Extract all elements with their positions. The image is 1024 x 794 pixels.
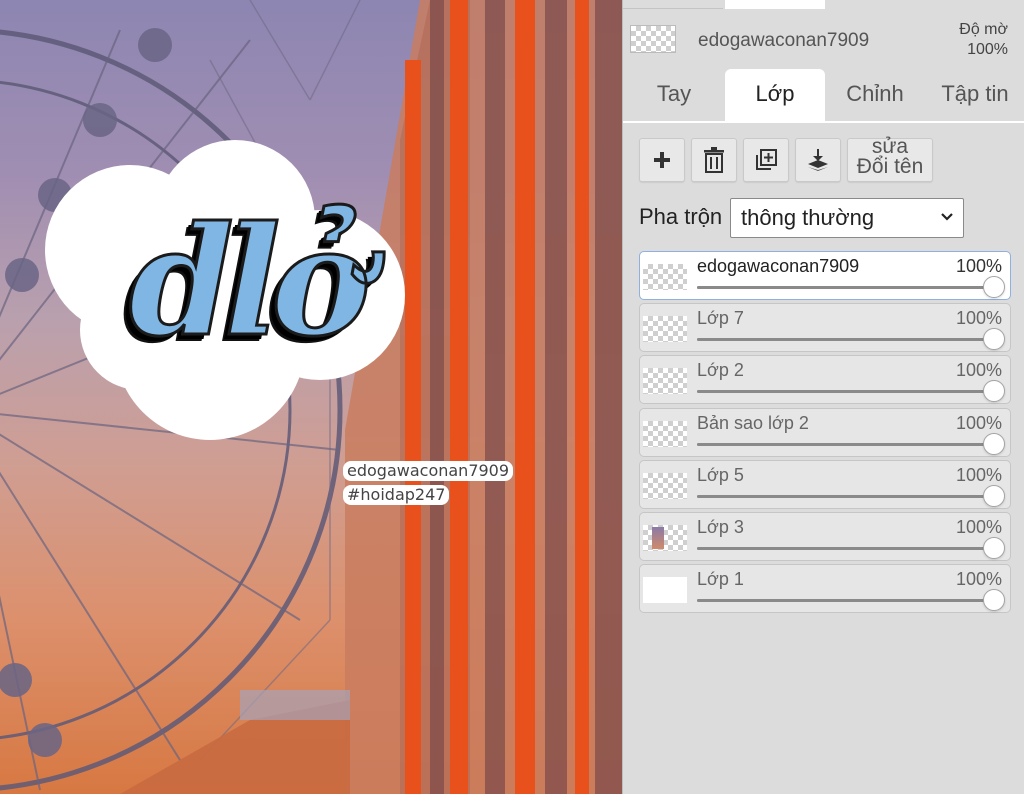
trash-icon <box>704 147 724 173</box>
layer-thumbnail <box>643 525 687 551</box>
layer-opacity: 100% <box>955 465 1002 485</box>
layer-thumbnail <box>643 316 687 342</box>
opacity-slider[interactable] <box>697 433 1005 455</box>
watermark-username: edogawaconan7909 <box>343 461 514 481</box>
blend-mode-select[interactable]: thông thường <box>730 198 964 238</box>
add-layer-button[interactable] <box>639 138 685 182</box>
slider-handle[interactable] <box>983 589 1005 611</box>
slider-handle[interactable] <box>983 485 1005 507</box>
tab-file[interactable]: Tập tin <box>925 69 1024 121</box>
tab-layers[interactable]: Lớp <box>725 69 825 121</box>
layer-row[interactable]: Lớp 7 100% <box>639 303 1011 352</box>
opacity-readout[interactable]: Độ mờ 100% <box>959 20 1008 60</box>
layer-opacity: 100% <box>955 360 1002 380</box>
layer-thumbnail <box>643 264 687 290</box>
drawing-canvas[interactable]: dlở edogawaconan7909 #hoidap247 <box>0 0 622 794</box>
rename-label: Đổi tên <box>856 155 924 178</box>
slider-handle[interactable] <box>983 380 1005 402</box>
layer-name: Lớp 5 <box>697 465 744 485</box>
top-tab-stub[interactable] <box>725 0 825 9</box>
layer-name: Lớp 1 <box>697 569 744 589</box>
layer-thumbnail <box>643 421 687 447</box>
panel-tabs: Tay Lớp Chỉnh Tập tin <box>623 69 1024 121</box>
current-layer-name: edogawaconan7909 <box>698 30 870 51</box>
layer-opacity: 100% <box>955 308 1002 328</box>
opacity-slider[interactable] <box>697 276 1005 298</box>
layer-thumbnail <box>643 368 687 394</box>
delete-layer-button[interactable] <box>691 138 737 182</box>
layer-row[interactable]: Lớp 5 100% <box>639 460 1011 509</box>
layer-thumbnail <box>643 473 687 499</box>
rename-layer-button[interactable]: sửa Đổi tên <box>847 135 933 182</box>
layer-row[interactable]: Lớp 2 100% <box>639 355 1011 404</box>
layer-name: Bản sao lớp 2 <box>697 413 809 433</box>
opacity-value: 100% <box>967 41 1008 58</box>
slider-handle[interactable] <box>983 328 1005 350</box>
tab-adjust[interactable]: Chỉnh <box>825 69 925 121</box>
layer-opacity: 100% <box>955 569 1002 589</box>
opacity-label: Độ mờ <box>959 21 1008 38</box>
blend-mode-label: Pha trộn <box>639 204 723 229</box>
photo-thumbnail <box>652 527 664 549</box>
opacity-slider[interactable] <box>697 589 1005 611</box>
layer-name: edogawaconan7909 <box>697 256 860 276</box>
layer-row[interactable]: edogawaconan7909 100% <box>639 251 1011 300</box>
layers-panel: edogawaconan7909 Độ mờ 100% Tay Lớp Chỉn… <box>622 0 1024 794</box>
background-photo <box>0 0 622 794</box>
tab-brush[interactable]: Tay <box>623 69 725 121</box>
opacity-slider[interactable] <box>697 380 1005 402</box>
slider-handle[interactable] <box>983 537 1005 559</box>
opacity-slider[interactable] <box>697 328 1005 350</box>
layer-name: Lớp 3 <box>697 517 744 537</box>
slider-handle[interactable] <box>983 276 1005 298</box>
watermark-hashtag: #hoidap247 <box>343 485 450 505</box>
opacity-slider[interactable] <box>697 537 1005 559</box>
layer-row[interactable]: Lớp 1 100% <box>639 564 1011 613</box>
duplicate-layer-button[interactable] <box>743 138 789 182</box>
layer-opacity: 100% <box>955 413 1002 433</box>
current-layer-thumbnail <box>630 25 676 53</box>
blend-mode-value: thông thường <box>741 205 875 230</box>
layer-name: Lớp 2 <box>697 360 744 380</box>
layer-opacity: 100% <box>955 256 1002 276</box>
layer-name: Lớp 7 <box>697 308 744 328</box>
rename-label-top: sửa <box>871 135 909 158</box>
tabs-divider <box>623 121 1024 123</box>
layer-row[interactable]: Bản sao lớp 2 100% <box>639 408 1011 457</box>
merge-down-button[interactable] <box>795 138 841 182</box>
opacity-slider[interactable] <box>697 485 1005 507</box>
plus-icon <box>654 152 670 168</box>
layer-opacity: 100% <box>955 517 1002 537</box>
duplicate-icon <box>756 149 777 170</box>
slider-handle[interactable] <box>983 433 1005 455</box>
merge-down-icon <box>808 149 828 171</box>
layer-row[interactable]: Lớp 3 100% <box>639 512 1011 561</box>
layer-thumbnail <box>643 577 687 603</box>
artwork-lettering: dlở <box>128 193 373 372</box>
divider <box>623 8 723 9</box>
chevron-down-icon <box>941 213 953 221</box>
